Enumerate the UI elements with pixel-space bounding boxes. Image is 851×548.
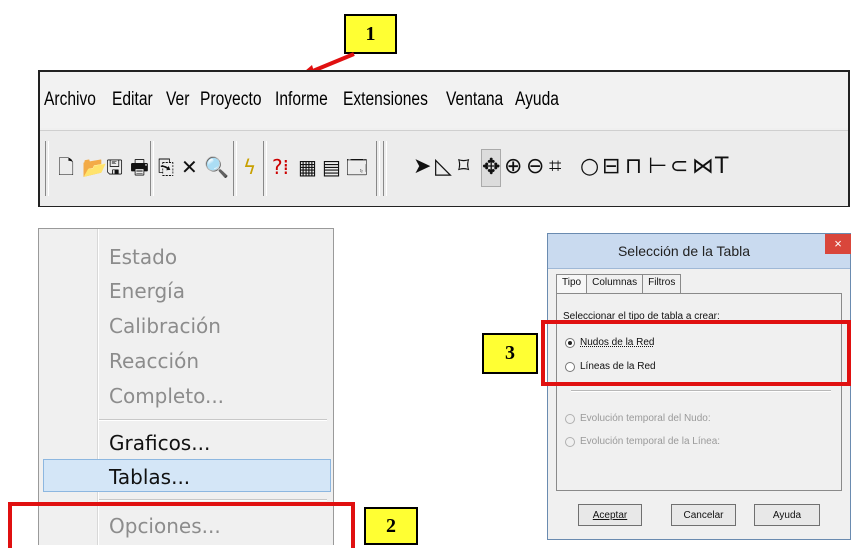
callout-3: 3 xyxy=(482,333,538,374)
radio-indicator xyxy=(565,436,575,447)
table-selection-dialog: Selección de la Tabla × Tipo Columnas Fi… xyxy=(547,233,851,540)
menu-ver[interactable]: Ver xyxy=(166,89,197,111)
menu-item-tablas[interactable]: Tablas... xyxy=(109,465,190,489)
save-icon[interactable]: 🖫 xyxy=(106,149,123,185)
tank-icon[interactable]: ⊓ xyxy=(625,149,642,185)
tab-tipo[interactable]: Tipo xyxy=(556,274,588,294)
pipe-icon[interactable]: ⊢ xyxy=(648,149,667,185)
radio-label: Evolución temporal del Nudo: xyxy=(580,413,711,424)
menu-item-reaccion[interactable]: Reacción xyxy=(109,349,199,373)
epanet-menu-toolbar: Archivo Editar Ver Proyecto Informe Exte… xyxy=(38,70,850,207)
run-icon[interactable]: ϟ xyxy=(243,149,256,185)
menu-editar[interactable]: Editar xyxy=(112,89,160,111)
junction-icon[interactable]: ○ xyxy=(580,149,599,185)
dialog-tabs: Tipo Columnas Filtros xyxy=(556,274,682,294)
cancelar-button[interactable]: Cancelar xyxy=(671,504,736,526)
open-folder-icon[interactable]: 📂 xyxy=(82,149,107,185)
menu-ventana[interactable]: Ventana xyxy=(446,89,506,111)
pump-icon[interactable]: ⊂ xyxy=(670,149,688,185)
find-icon[interactable]: 🔍 xyxy=(204,149,229,185)
highlight-box-opciones xyxy=(8,502,355,548)
menu-gutter xyxy=(97,229,99,545)
menu-informe[interactable]: Informe xyxy=(275,89,334,111)
informe-dropdown-menu: Estado Energía Calibración Reacción Comp… xyxy=(38,228,334,545)
menu-ayuda[interactable]: Ayuda xyxy=(515,89,564,111)
toolbar-separator xyxy=(376,141,380,196)
radio-indicator xyxy=(565,413,575,424)
toolbar-separator xyxy=(383,141,387,196)
ayuda-button[interactable]: Ayuda xyxy=(754,504,820,526)
select-region-icon[interactable]: ⌑ xyxy=(458,149,469,185)
menu-item-graficos[interactable]: Graficos... xyxy=(109,431,210,455)
select-arrow-icon[interactable]: ➤ xyxy=(413,149,431,185)
reservoir-icon[interactable]: ⊟ xyxy=(602,149,620,185)
new-file-icon[interactable]: 🗋 xyxy=(58,149,74,185)
toolbar-separator xyxy=(233,141,237,196)
menu-item-calibracion[interactable]: Calibración xyxy=(109,314,221,338)
radio-evolucion-linea[interactable]: Evolución temporal de la Línea: xyxy=(565,436,720,447)
menu-separator xyxy=(99,419,327,421)
dialog-divider xyxy=(571,390,831,392)
delete-icon[interactable]: ✕ xyxy=(181,149,198,185)
zoom-in-icon[interactable]: ⊕ xyxy=(504,149,522,185)
callout-1: 1 xyxy=(344,14,397,54)
toolbar-separator xyxy=(263,141,267,196)
aceptar-button[interactable]: Aceptar xyxy=(578,504,642,526)
menu-item-estado[interactable]: Estado xyxy=(109,245,177,269)
query-icon[interactable]: ?⁞ xyxy=(272,149,289,185)
toolbar-grip[interactable] xyxy=(45,141,49,196)
label-icon[interactable]: T xyxy=(715,149,728,185)
zoom-out-icon[interactable]: ⊖ xyxy=(526,149,544,185)
radio-label: Evolución temporal de la Línea: xyxy=(580,436,721,447)
table-icon[interactable]: ▤ xyxy=(322,149,341,185)
options-icon[interactable]: 🗔 xyxy=(346,149,368,185)
radio-evolucion-nudo[interactable]: Evolución temporal del Nudo: xyxy=(565,413,711,424)
menu-separator xyxy=(99,499,327,501)
full-extent-icon[interactable]: ⌗ xyxy=(549,149,561,185)
pan-icon[interactable]: ✥ xyxy=(481,149,502,187)
tab-filtros[interactable]: Filtros xyxy=(642,274,682,294)
select-vertex-icon[interactable]: ◺ xyxy=(435,149,452,185)
highlight-box-table-type xyxy=(541,320,851,386)
valve-icon[interactable]: ⋈ xyxy=(692,149,714,185)
menu-proyecto[interactable]: Proyecto xyxy=(200,89,265,111)
dialog-title: Selección de la Tabla xyxy=(617,243,751,259)
dialog-title-bar[interactable]: Selección de la Tabla × xyxy=(548,234,851,269)
toolbar: 🗋 📂 🖫 🖶 ⎘ ✕ 🔍 ϟ ?⁞ ▦ ▤ 🗔 ➤ ◺ ⌑ ✥ ⊕ ⊖ ⌗ ○ ⊟ ⊓ ⊢ ⊂ ⋈ T xyxy=(40,130,848,206)
menu-item-completo[interactable]: Completo... xyxy=(109,384,224,408)
close-icon[interactable]: × xyxy=(825,234,851,254)
callout-2: 2 xyxy=(364,507,418,545)
toolbar-separator xyxy=(150,141,154,196)
menu-extensiones[interactable]: Extensiones xyxy=(343,89,431,111)
print-icon[interactable]: 🖶 xyxy=(130,149,149,185)
graph-icon[interactable]: ▦ xyxy=(298,149,317,185)
menu-archivo[interactable]: Archivo xyxy=(44,89,103,111)
tab-columnas[interactable]: Columnas xyxy=(586,274,644,294)
menu-item-energia[interactable]: Energía xyxy=(109,279,185,303)
copy-icon[interactable]: ⎘ xyxy=(158,149,174,185)
menu-bar: Archivo Editar Ver Proyecto Informe Exte… xyxy=(40,72,848,128)
